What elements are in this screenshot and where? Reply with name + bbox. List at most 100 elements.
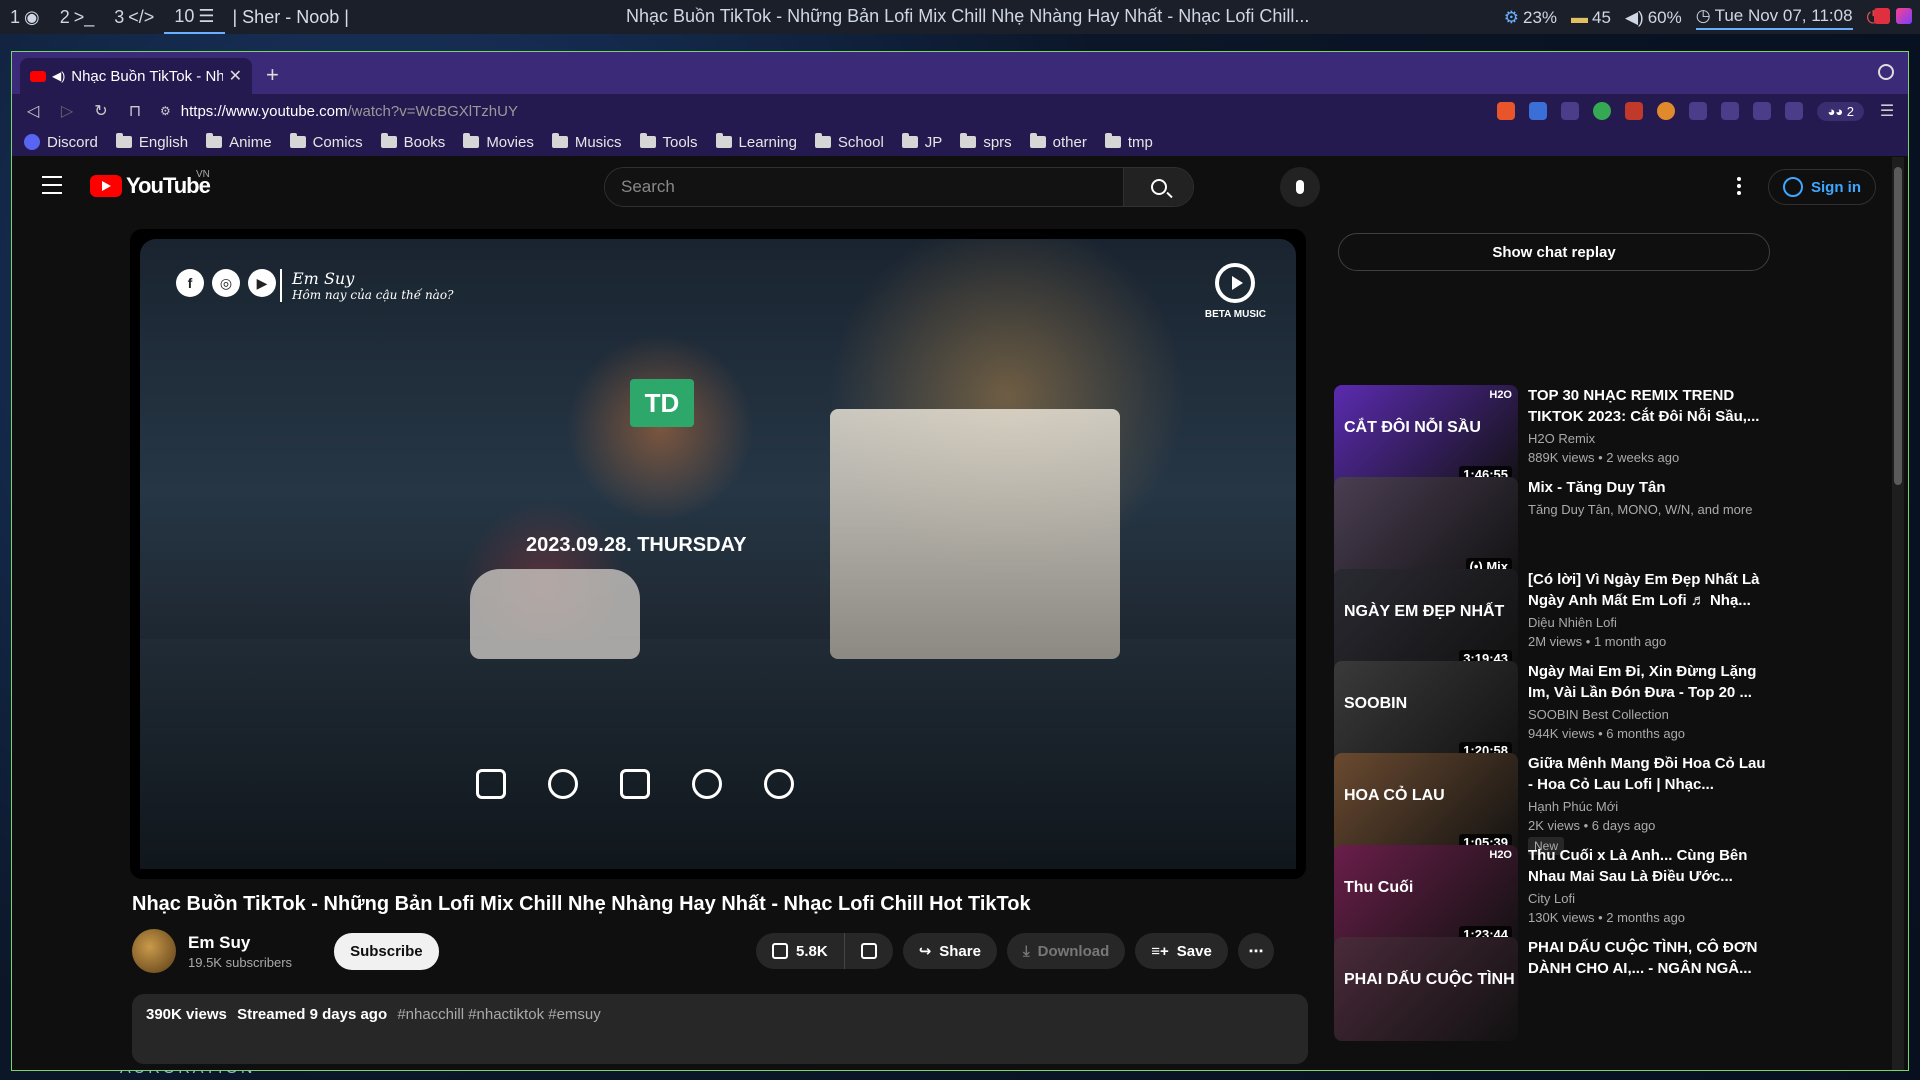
bookmark-folder-school[interactable]: School — [814, 133, 884, 151]
bookmark-folder-learning[interactable]: Learning — [715, 133, 797, 151]
like-button[interactable]: 5.8K — [756, 933, 845, 969]
color-extension-icon[interactable] — [1593, 102, 1612, 120]
new-tab-button[interactable]: + — [266, 62, 279, 88]
volume-status[interactable]: ◀) 60% — [1625, 6, 1682, 30]
recommendation-item[interactable]: SOOBIN 1:20:58 Ngày Mai Em Đi, Xin Đừng Lặ… — [1334, 661, 1774, 765]
recommendation-item[interactable]: PHAI DẤU CUỘC TÌNH PHAI DẤU CUỘC TÌNH, CÔ… — [1334, 937, 1774, 1041]
speaker-icon[interactable]: ◀) — [52, 69, 65, 83]
share-button[interactable]: ↪ Share — [902, 933, 997, 969]
bookmark-folder-movies[interactable]: Movies — [463, 133, 534, 151]
recommendation-meta: 944K views • 6 months ago — [1528, 726, 1686, 741]
youtube-logo[interactable]: YouTube — [90, 173, 211, 199]
bookmark-folder-tools[interactable]: Tools — [639, 133, 698, 151]
puzzle-extensions-icon[interactable] — [1689, 102, 1708, 120]
bookmark-folder-english[interactable]: English — [115, 133, 188, 151]
recommendation-title[interactable]: TOP 30 NHẠC REMIX TREND TIKTOK 2023: Cắt… — [1528, 385, 1774, 427]
video-thumbnail[interactable]: NGÀY EM ĐẸP NHẤT 3:19:43 — [1334, 569, 1518, 673]
workspace-10[interactable]: 10 ☰ — [164, 0, 225, 34]
sidebar-icon[interactable] — [1785, 102, 1804, 120]
bookmark-folder-anime[interactable]: Anime — [206, 133, 272, 151]
cookie-icon[interactable] — [1657, 102, 1676, 120]
video-thumbnail[interactable]: PHAI DẤU CUỘC TÌNH — [1334, 937, 1518, 1041]
recommendation-item[interactable]: HOA CỎ LAU 1:05:39 Giữa Mênh Mang Đồi Hoa … — [1334, 753, 1774, 857]
recommendation-item[interactable]: CẮT ĐÔI NỖI SẦU H2O 1:46:55 TOP 30 NHẠC REM… — [1334, 385, 1774, 489]
hashtags[interactable]: #nhacchill #nhactiktok #emsuy — [397, 1006, 600, 1023]
description-box[interactable]: 390K views Streamed 9 days ago #nhacchil… — [132, 994, 1308, 1064]
menu-icon[interactable]: ☰ — [1878, 101, 1896, 121]
settings-menu-icon[interactable] — [1737, 177, 1741, 198]
recommendation-item[interactable]: NGÀY EM ĐẸP NHẤT 3:19:43 [Có lời] Vì Ngày … — [1334, 569, 1774, 673]
brave-shield-icon[interactable] — [1497, 102, 1516, 120]
adblock-icon[interactable] — [1625, 102, 1644, 120]
video-player[interactable]: TD f ◎ ▶ Em Suy Hôm nay của cậu thế nào?… — [130, 229, 1306, 879]
vivaldi-icon[interactable] — [1874, 8, 1890, 24]
address-bar[interactable]: ⚙ https://www.youtube.com/watch?v=WcBGXl… — [160, 98, 1481, 124]
recommendation-title[interactable]: Mix - Tăng Duy Tân — [1528, 477, 1774, 498]
search-input[interactable] — [605, 168, 1123, 206]
grid-extension-icon[interactable] — [1561, 102, 1580, 120]
bookmark-discord[interactable]: Discord — [24, 134, 98, 151]
sign-in-button[interactable]: Sign in — [1768, 169, 1876, 205]
bookmark-folder-sprs[interactable]: sprs — [960, 133, 1012, 151]
bookmark-folder-musics[interactable]: Musics — [551, 133, 622, 151]
avatar[interactable] — [132, 929, 176, 973]
microphone-icon — [1296, 180, 1304, 194]
tab-search-icon[interactable] — [1878, 64, 1894, 80]
reload-button[interactable]: ↻ — [92, 101, 110, 121]
forward-button[interactable]: ▷ — [58, 101, 76, 121]
youtube-play-icon — [90, 175, 122, 197]
more-actions-button[interactable]: ⋯ — [1237, 933, 1274, 969]
bookmark-icon[interactable]: ⊓ — [126, 101, 144, 121]
recommendation-channel[interactable]: Diệu Nhiên Lofi — [1528, 615, 1774, 630]
recommendation-title[interactable]: [Có lời] Vì Ngày Em Đẹp Nhất Là Ngày Anh… — [1528, 569, 1774, 611]
save-button[interactable]: ≡+ Save — [1135, 933, 1228, 969]
channel-name[interactable]: Em Suy — [188, 933, 292, 953]
browser-tab[interactable]: ◀) Nhạc Buồn TikTok - Nh ✕ — [20, 58, 252, 94]
video-thumbnail[interactable]: CẮT ĐÔI NỖI SẦU H2O 1:46:55 — [1334, 385, 1518, 489]
workspace-1[interactable]: 1 ◉ — [0, 0, 50, 34]
page-scrollbar[interactable] — [1892, 157, 1904, 1070]
download-icon[interactable] — [1753, 102, 1772, 120]
download-button[interactable]: ⤓ Download — [1006, 933, 1126, 969]
back-button[interactable]: ◁ — [24, 101, 42, 121]
recommendation-item[interactable]: Thu Cuối H2O 1:23:44 Thu Cuối x Là Anh... C… — [1334, 845, 1774, 949]
dislike-button[interactable] — [844, 933, 893, 969]
bookmark-folder-jp[interactable]: JP — [901, 133, 942, 151]
workspace-3[interactable]: 3 </> — [104, 0, 164, 34]
recommendation-item[interactable]: (•) Mix Mix - Tăng Duy Tân Tăng Duy Tân, M… — [1334, 477, 1774, 581]
video-thumbnail[interactable]: Thu Cuối H2O 1:23:44 — [1334, 845, 1518, 949]
media-icon[interactable] — [1721, 102, 1740, 120]
translate-icon[interactable] — [1529, 102, 1548, 120]
voice-search-button[interactable] — [1280, 167, 1320, 207]
recommendation-title[interactable]: Ngày Mai Em Đi, Xin Đừng Lặng Im, Vài Lầ… — [1528, 661, 1774, 703]
profile-button[interactable]: ◕◕ 2 — [1817, 101, 1864, 121]
show-chat-replay-button[interactable]: Show chat replay — [1338, 233, 1770, 271]
recommendation-title[interactable]: PHAI DẤU CUỘC TÌNH, CÔ ĐƠN DÀNH CHO AI,.… — [1528, 937, 1774, 979]
recommendation-channel[interactable]: Tăng Duy Tân, MONO, W/N, and more — [1528, 502, 1774, 517]
recommendation-channel[interactable]: SOOBIN Best Collection — [1528, 707, 1774, 722]
clock[interactable]: ◷ Tue Nov 07, 11:08 — [1695, 6, 1853, 30]
close-tab-icon[interactable]: ✕ — [229, 66, 242, 86]
search-button[interactable] — [1123, 168, 1193, 206]
site-info-icon[interactable]: ⚙ — [160, 104, 171, 118]
subscribe-button[interactable]: Subscribe — [334, 932, 439, 970]
recommendation-channel[interactable]: Hạnh Phúc Mới — [1528, 799, 1774, 814]
heart-icon — [692, 769, 722, 799]
video-thumbnail[interactable]: (•) Mix — [1334, 477, 1518, 581]
thumbnail-text: HOA CỎ LAU — [1344, 787, 1445, 804]
recommendation-channel[interactable]: H2O Remix — [1528, 431, 1774, 446]
app-tray-icon[interactable] — [1896, 8, 1912, 24]
bookmark-folder-tmp[interactable]: tmp — [1104, 133, 1153, 151]
recommendation-title[interactable]: Thu Cuối x Là Anh... Cùng Bên Nhau Mai S… — [1528, 845, 1774, 887]
recommendation-channel[interactable]: City Lofi — [1528, 891, 1774, 906]
recommendation-title[interactable]: Giữa Mênh Mang Đồi Hoa Cỏ Lau - Hoa Cỏ L… — [1528, 753, 1774, 795]
bookmark-folder-books[interactable]: Books — [380, 133, 445, 151]
bookmark-folder-other[interactable]: other — [1029, 133, 1087, 151]
hamburger-menu-icon[interactable] — [42, 176, 62, 200]
workspace-2[interactable]: 2 >_ — [50, 0, 105, 34]
folder-icon — [715, 133, 732, 148]
video-thumbnail[interactable]: SOOBIN 1:20:58 — [1334, 661, 1518, 765]
scrollbar-thumb[interactable] — [1894, 167, 1902, 485]
video-thumbnail[interactable]: HOA CỎ LAU 1:05:39 — [1334, 753, 1518, 857]
bookmark-folder-comics[interactable]: Comics — [289, 133, 363, 151]
